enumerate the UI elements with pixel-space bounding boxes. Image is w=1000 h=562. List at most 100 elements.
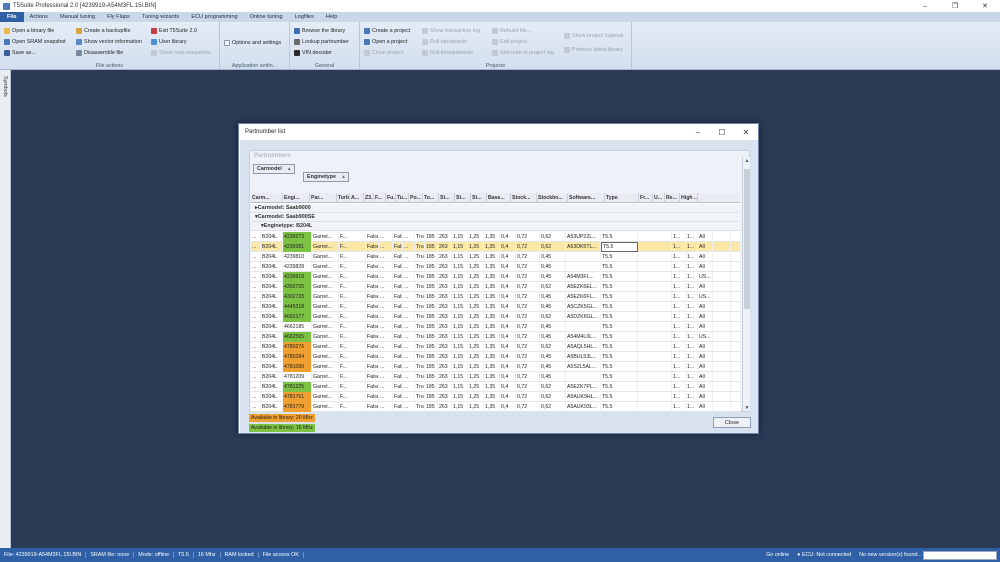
table-cell[interactable]: 263 (438, 272, 452, 282)
table-cell[interactable]: 1,25 (468, 342, 484, 352)
show-vector-button[interactable]: Show vector information (76, 37, 142, 46)
table-cell[interactable]: 0,4 (500, 252, 516, 262)
column-header[interactable]: St... (471, 193, 487, 203)
table-cell[interactable]: ... (379, 392, 393, 402)
table-cell[interactable]: 1,35 (484, 402, 500, 412)
table-cell[interactable]: True (415, 332, 425, 342)
table-cell[interactable]: ... (251, 282, 261, 292)
table-cell[interactable]: 0,45 (540, 262, 566, 272)
table-cell[interactable]: True (415, 352, 425, 362)
table-cell[interactable]: T5.5 (601, 312, 638, 322)
show-project-logbook-button[interactable]: Show project logbook (564, 31, 624, 40)
column-header[interactable]: Po... (409, 193, 423, 203)
grid-vertical-scrollbar[interactable]: ▲ ▼ (742, 157, 750, 411)
table-cell[interactable]: F... (339, 362, 366, 372)
table-cell[interactable] (713, 282, 731, 292)
table-cell[interactable]: 185 (425, 262, 438, 272)
menu-fly-flaps[interactable]: Fly Flaps (101, 12, 136, 22)
table-cell[interactable]: False (366, 402, 379, 412)
table-cell[interactable]: All (698, 392, 713, 402)
table-cell[interactable] (638, 352, 672, 362)
table-cell[interactable]: F... (339, 282, 366, 292)
table-cell[interactable]: All (698, 352, 713, 362)
table-cell[interactable]: B204L (261, 262, 283, 272)
table-cell[interactable]: B204L (261, 232, 283, 242)
table-cell[interactable]: 1,25 (468, 312, 484, 322)
table-cell[interactable]: ... (379, 302, 393, 312)
table-cell[interactable]: 1,15 (452, 392, 468, 402)
table-row[interactable]: ...B204L4239273Garret...F...False...Fals… (251, 232, 740, 242)
table-cell[interactable]: 263 (438, 312, 452, 322)
table-cell[interactable]: All (698, 362, 713, 372)
column-header[interactable]: Par... (310, 193, 337, 203)
table-cell[interactable]: Garret... (312, 352, 339, 362)
table-cell[interactable]: 1... (686, 342, 698, 352)
table-cell[interactable]: ... (251, 292, 261, 302)
table-cell[interactable]: Garret... (312, 392, 339, 402)
table-cell[interactable] (638, 382, 672, 392)
group-row[interactable]: ▾ Carmodel: Saab900SE (251, 213, 740, 222)
table-cell[interactable]: A5DZK6GL... (566, 312, 601, 322)
table-cell[interactable]: T5.5 (601, 362, 638, 372)
table-cell[interactable]: ... (251, 252, 261, 262)
open-binary-button[interactable]: Open a binary file (4, 26, 54, 35)
table-cell[interactable]: 1,25 (468, 392, 484, 402)
table-cell[interactable]: T5.5 (601, 342, 638, 352)
table-cell[interactable] (713, 252, 731, 262)
partnumber-cell[interactable]: 4302725 (283, 282, 312, 292)
table-cell[interactable] (713, 292, 731, 302)
table-cell[interactable] (638, 262, 672, 272)
table-cell[interactable]: True (415, 322, 425, 332)
table-cell[interactable]: 263 (438, 302, 452, 312)
table-cell[interactable]: 1,25 (468, 282, 484, 292)
table-cell[interactable]: All (698, 372, 713, 382)
menu-help[interactable]: Help (320, 12, 344, 22)
table-cell[interactable]: ... (403, 282, 415, 292)
table-cell[interactable] (713, 312, 731, 322)
table-cell[interactable]: A54M4L0L... (566, 332, 601, 342)
table-cell[interactable]: All (698, 402, 713, 412)
table-cell[interactable]: ... (379, 232, 393, 242)
table-cell[interactable]: T5.5 (601, 292, 638, 302)
column-header[interactable]: Fr... (639, 193, 653, 203)
table-cell[interactable]: A5CZK5GL... (566, 302, 601, 312)
table-cell[interactable]: 1,25 (468, 232, 484, 242)
table-cell[interactable]: 0,62 (540, 312, 566, 322)
table-cell[interactable]: ... (251, 392, 261, 402)
table-cell[interactable]: 263 (438, 252, 452, 262)
table-cell[interactable]: 1,25 (468, 302, 484, 312)
table-cell[interactable]: 185 (425, 352, 438, 362)
table-cell[interactable]: 185 (425, 282, 438, 292)
table-cell[interactable]: T5.5 (601, 272, 638, 282)
table-cell[interactable]: 185 (425, 372, 438, 382)
table-cell[interactable]: B204L (261, 352, 283, 362)
table-cell[interactable]: 1... (686, 332, 698, 342)
table-cell[interactable] (638, 302, 672, 312)
table-cell[interactable]: F... (339, 322, 366, 332)
table-cell[interactable]: 185 (425, 332, 438, 342)
table-cell[interactable]: 1,15 (452, 352, 468, 362)
table-cell[interactable]: 0,4 (500, 312, 516, 322)
table-cell[interactable]: 0,72 (516, 332, 540, 342)
table-cell[interactable]: 1... (672, 312, 686, 322)
partnumber-cell[interactable]: 4239810 (283, 252, 312, 262)
table-cell[interactable]: 0,4 (500, 362, 516, 372)
column-header[interactable]: A... (350, 193, 364, 203)
table-cell[interactable]: 0,72 (516, 342, 540, 352)
partnumber-cell[interactable]: 4662185 (283, 322, 312, 332)
table-cell[interactable] (713, 362, 731, 372)
table-cell[interactable]: Garret... (312, 402, 339, 412)
table-cell[interactable]: ... (403, 372, 415, 382)
table-cell[interactable]: False (393, 342, 403, 352)
table-cell[interactable]: 0,4 (500, 302, 516, 312)
table-cell[interactable]: F... (339, 382, 366, 392)
table-cell[interactable]: 0,4 (500, 352, 516, 362)
table-cell[interactable]: 0,45 (540, 292, 566, 302)
table-cell[interactable]: 0,72 (516, 352, 540, 362)
roll-backwards-button[interactable]: Roll backwards (422, 37, 467, 46)
table-cell[interactable]: 0,72 (516, 402, 540, 412)
table-cell[interactable]: 1,25 (468, 292, 484, 302)
table-row[interactable]: ...B204L4302733Garret...F...False...Fals… (251, 292, 740, 302)
table-row[interactable]: ...B204L4781050Garret...F...False...Fals… (251, 362, 740, 372)
table-cell[interactable]: T5.5 (601, 402, 638, 412)
